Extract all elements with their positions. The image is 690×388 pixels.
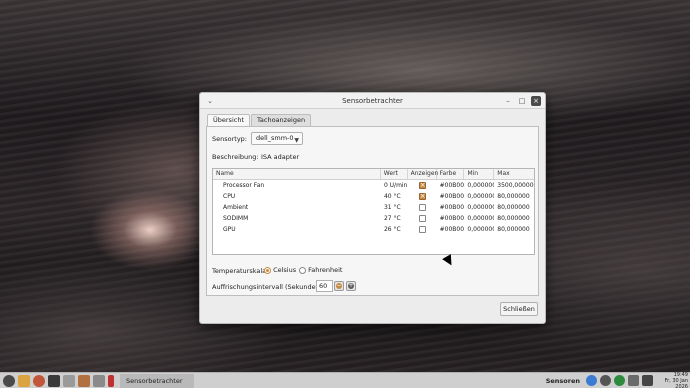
- close-button[interactable]: Schließen: [500, 302, 538, 316]
- show-checkbox[interactable]: [418, 215, 426, 222]
- window-controls: – □ ×: [503, 96, 541, 106]
- column-header-anzeigen[interactable]: Anzeigen: [408, 169, 438, 179]
- row-min[interactable]: 0,000000: [464, 191, 494, 202]
- row-name: CPU: [223, 193, 236, 200]
- row-name: SODIMM: [223, 215, 249, 222]
- table-header: Name Wert Anzeigen Farbe Min Max: [213, 169, 534, 180]
- taskbar: Sensorbetrachter Sensoren 19:49 Fr, 30 J…: [0, 372, 690, 388]
- minimize-button[interactable]: –: [503, 96, 513, 106]
- description-label: Beschreibung:: [212, 153, 259, 161]
- row-color[interactable]: #00B000: [437, 180, 465, 191]
- clock[interactable]: 19:49 Fr, 30 Jan 2026: [656, 372, 688, 388]
- sensor-icon[interactable]: [108, 374, 114, 387]
- clock-date: Fr, 30 Jan 2026: [664, 377, 688, 388]
- show-checkbox[interactable]: [418, 191, 426, 201]
- sensor-type-label: Sensortyp:: [212, 135, 247, 143]
- row-value: 0 U/min: [383, 182, 408, 189]
- terminal-icon[interactable]: [48, 374, 60, 387]
- show-checkbox[interactable]: [418, 226, 426, 233]
- row-name: Ambient: [223, 204, 249, 211]
- volume-icon[interactable]: [642, 375, 653, 386]
- table-row[interactable]: GPU 26 °C #00B000 0,000000 80,000000: [213, 224, 534, 235]
- description-value: ISA adapter: [261, 153, 300, 161]
- row-value: 31 °C: [383, 204, 401, 211]
- column-header-min[interactable]: Min: [464, 169, 495, 179]
- dropdown-caret-icon: ▼: [294, 137, 299, 144]
- plus-icon: +: [348, 282, 354, 289]
- maximize-button[interactable]: □: [517, 96, 527, 106]
- row-name: Processor Fan: [223, 182, 265, 189]
- fahrenheit-label: Fahrenheit: [308, 266, 343, 274]
- minus-icon: −: [336, 282, 342, 289]
- taskbar-task-sensorbetrachter[interactable]: Sensorbetrachter: [120, 373, 194, 388]
- package-icon[interactable]: [78, 374, 90, 387]
- celsius-option[interactable]: Celsius: [264, 266, 296, 274]
- column-header-max[interactable]: Max: [494, 169, 534, 179]
- overview-panel: Sensortyp: dell_smm-0 ▼ Beschreibung: IS…: [206, 126, 539, 296]
- settings-icon[interactable]: [93, 374, 105, 387]
- row-value: 26 °C: [383, 226, 401, 233]
- tab-tachoanzeigen[interactable]: Tachoanzeigen: [251, 114, 312, 126]
- files-icon[interactable]: [18, 374, 30, 387]
- column-header-name[interactable]: Name: [213, 169, 381, 179]
- row-min[interactable]: 0,000000: [464, 213, 494, 224]
- refresh-interval-label: Auffrischungsintervall (Sekunden):: [212, 283, 325, 291]
- refresh-interval-input[interactable]: 60: [316, 280, 333, 292]
- shield-icon[interactable]: [614, 375, 625, 386]
- row-min[interactable]: 0,000000: [464, 180, 494, 191]
- titlebar[interactable]: ⌄ Sensorbetrachter – □ ×: [200, 93, 545, 109]
- tray-sensors-label[interactable]: Sensoren: [546, 377, 580, 385]
- row-color[interactable]: #00B000: [437, 213, 465, 224]
- increment-button[interactable]: +: [346, 281, 356, 291]
- row-value: 27 °C: [383, 215, 401, 222]
- table-row[interactable]: CPU 40 °C #00B000 0,000000 80,000000: [213, 191, 534, 202]
- battery-icon[interactable]: [628, 375, 639, 386]
- table-row[interactable]: SODIMM 27 °C #00B000 0,000000 80,000000: [213, 213, 534, 224]
- show-checkbox[interactable]: [418, 204, 426, 211]
- update-icon[interactable]: [600, 375, 611, 386]
- row-min[interactable]: 0,000000: [464, 224, 494, 235]
- menu-icon[interactable]: [3, 374, 15, 387]
- temperature-scale-label: Temperaturskala:: [212, 267, 269, 275]
- window-title: Sensorbetrachter: [342, 96, 403, 105]
- row-color[interactable]: #00B000: [437, 224, 465, 235]
- row-max[interactable]: 80,000000: [494, 213, 534, 224]
- system-tray: Sensoren 19:49 Fr, 30 Jan 2026: [546, 372, 690, 388]
- celsius-radio[interactable]: [264, 266, 271, 274]
- sensor-type-value: dell_smm-0: [256, 134, 294, 142]
- chevron-down-icon[interactable]: ⌄: [205, 96, 215, 106]
- column-header-farbe[interactable]: Farbe: [437, 169, 465, 179]
- browser-icon[interactable]: [33, 374, 45, 387]
- decrement-button[interactable]: −: [334, 281, 344, 291]
- sensor-viewer-window: ⌄ Sensorbetrachter – □ × Übersicht Tacho…: [199, 92, 546, 324]
- row-max[interactable]: 3500,000000: [494, 180, 534, 191]
- celsius-label: Celsius: [273, 266, 297, 274]
- table-row[interactable]: Processor Fan 0 U/min #00B000 0,000000 3…: [213, 180, 534, 191]
- row-min[interactable]: 0,000000: [464, 202, 494, 213]
- show-checkbox[interactable]: [418, 180, 426, 190]
- row-max[interactable]: 80,000000: [494, 191, 534, 202]
- row-color[interactable]: #00B000: [437, 202, 465, 213]
- row-max[interactable]: 80,000000: [494, 224, 534, 235]
- sensor-table: Name Wert Anzeigen Farbe Min Max Process…: [212, 168, 535, 255]
- row-value: 40 °C: [383, 193, 401, 200]
- close-window-button[interactable]: ×: [531, 96, 541, 106]
- fahrenheit-option[interactable]: Fahrenheit: [299, 266, 342, 274]
- row-max[interactable]: 80,000000: [494, 202, 534, 213]
- table-row[interactable]: Ambient 31 °C #00B000 0,000000 80,000000: [213, 202, 534, 213]
- row-name: GPU: [223, 226, 236, 233]
- sensor-type-select[interactable]: dell_smm-0 ▼: [251, 132, 303, 145]
- column-header-wert[interactable]: Wert: [381, 169, 408, 179]
- network-icon[interactable]: [586, 375, 597, 386]
- row-color[interactable]: #00B000: [437, 191, 465, 202]
- fahrenheit-radio[interactable]: [299, 266, 306, 274]
- tools-icon[interactable]: [63, 374, 75, 387]
